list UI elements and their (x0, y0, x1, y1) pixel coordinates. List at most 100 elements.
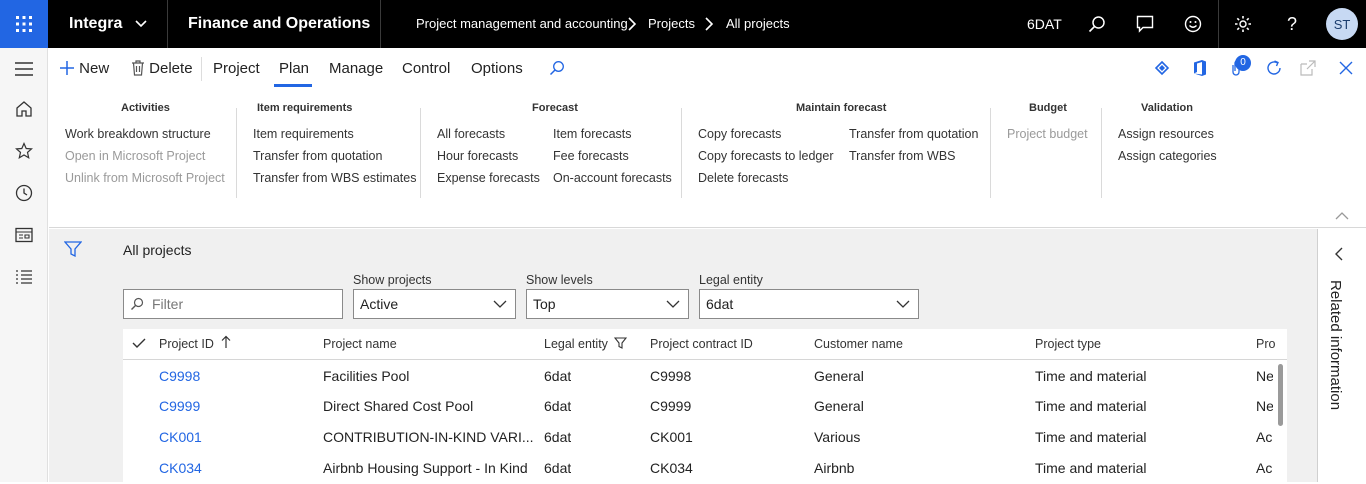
project-name-cell: Direct Shared Cost Pool (323, 398, 474, 414)
assign-categories-button[interactable]: Assign categories (1118, 149, 1217, 163)
modules-list-icon[interactable] (12, 265, 36, 289)
truncated-cell: Ne (1256, 368, 1273, 384)
truncated-cell: Ne (1256, 398, 1273, 414)
transfer-from-wbs-estimates-button[interactable]: Transfer from WBS estimates (253, 171, 416, 185)
column-filter-icon (614, 337, 628, 349)
forecast-transfer-from-wbs-button[interactable]: Transfer from WBS (849, 149, 956, 163)
company-selector[interactable]: Integra (69, 0, 122, 48)
contract-id-cell: C9998 (650, 368, 692, 384)
help-icon[interactable]: ? (1277, 9, 1307, 39)
breadcrumb-projects[interactable]: Projects (648, 0, 695, 48)
unlink-ms-project-button[interactable]: Unlink from Microsoft Project (65, 171, 225, 185)
expense-forecasts-button[interactable]: Expense forecasts (437, 171, 540, 185)
assign-resources-button[interactable]: Assign resources (1118, 127, 1214, 141)
tab-control[interactable]: Control (402, 48, 450, 90)
project-id-link[interactable]: C9999 (159, 391, 200, 422)
hour-forecasts-button[interactable]: Hour forecasts (437, 149, 518, 163)
tab-manage[interactable]: Manage (329, 48, 383, 90)
app-launcher-icon[interactable] (0, 0, 48, 48)
search-icon (131, 297, 144, 310)
transfer-from-quotation-button[interactable]: Transfer from quotation (253, 149, 382, 163)
tab-options[interactable]: Options (471, 48, 523, 90)
legal-entity-label: Legal entity (699, 273, 763, 287)
notification-count-badge: 0 (1235, 55, 1251, 71)
column-header-project-contract-id[interactable]: Project contract ID (650, 329, 753, 360)
project-id-link[interactable]: CK001 (159, 422, 202, 453)
forecast-transfer-from-quotation-button[interactable]: Transfer from quotation (849, 127, 978, 141)
close-icon[interactable] (1339, 48, 1353, 90)
column-header-project-type[interactable]: Project type (1035, 329, 1101, 360)
chevron-down-icon (666, 300, 680, 308)
project-name-cell: Facilities Pool (323, 368, 410, 384)
contract-id-cell: C9999 (650, 398, 692, 414)
smiley-feedback-icon[interactable] (1178, 9, 1208, 39)
legal-entity-dropdown[interactable]: 6dat (699, 289, 919, 319)
column-header-customer-name[interactable]: Customer name (814, 329, 903, 360)
filter-input[interactable]: Filter (123, 289, 343, 319)
column-header-truncated[interactable]: Pro (1256, 329, 1276, 360)
show-projects-dropdown[interactable]: Active (353, 289, 516, 319)
show-projects-label: Show projects (353, 273, 432, 287)
project-budget-button[interactable]: Project budget (1007, 127, 1088, 141)
action-search-icon[interactable] (549, 48, 565, 90)
item-forecasts-button[interactable]: Item forecasts (553, 127, 632, 141)
column-header-project-id[interactable]: Project ID (159, 329, 231, 360)
all-forecasts-button[interactable]: All forecasts (437, 127, 505, 141)
show-levels-dropdown[interactable]: Top (526, 289, 689, 319)
sort-ascending-arrow-icon (221, 335, 231, 348)
project-type-cell: Time and material (1035, 368, 1147, 384)
delete-forecasts-button[interactable]: Delete forecasts (698, 171, 788, 185)
column-header-legal-entity[interactable]: Legal entity (544, 329, 628, 360)
tab-project[interactable]: Project (213, 48, 260, 90)
legal-entity-badge[interactable]: 6DAT (1027, 0, 1062, 48)
open-new-window-icon[interactable] (1300, 48, 1316, 90)
copy-forecasts-to-ledger-button[interactable]: Copy forecasts to ledger (698, 149, 834, 163)
refresh-icon[interactable] (1265, 48, 1283, 90)
grid-scrollbar-thumb[interactable] (1278, 364, 1283, 426)
on-account-forecasts-button[interactable]: On-account forecasts (553, 171, 672, 185)
legal-entity-cell: 6dat (544, 460, 572, 476)
breadcrumb-chevron-icon (617, 9, 647, 39)
item-requirements-button[interactable]: Item requirements (253, 127, 354, 141)
legal-entity-cell: 6dat (544, 398, 572, 414)
clock-recent-icon[interactable] (12, 181, 36, 205)
expand-chevron-left-icon[interactable] (1334, 247, 1344, 266)
new-button[interactable]: New (59, 48, 109, 90)
hamburger-menu-icon[interactable] (12, 57, 36, 81)
office-icon[interactable] (1192, 48, 1208, 90)
select-all-checkmark-icon[interactable] (132, 329, 146, 360)
work-breakdown-structure-button[interactable]: Work breakdown structure (65, 127, 211, 141)
related-information-label[interactable]: Related information (1327, 280, 1344, 410)
collapse-ribbon-icon[interactable] (1335, 208, 1351, 222)
breadcrumb-chevron-icon (694, 9, 724, 39)
gear-icon[interactable] (1228, 9, 1258, 39)
projects-grid: Project ID Project name Legal entity Pro… (123, 329, 1287, 482)
group-title-forecast: Forecast (532, 102, 578, 114)
home-icon[interactable] (12, 97, 36, 121)
star-favorites-icon[interactable] (12, 139, 36, 163)
top-bar: Integra Finance and Operations Project m… (0, 0, 1366, 48)
message-icon[interactable] (1130, 9, 1160, 39)
column-header-project-name[interactable]: Project name (323, 329, 397, 360)
open-in-ms-project-button[interactable]: Open in Microsoft Project (65, 149, 205, 163)
project-id-link[interactable]: CK034 (159, 453, 202, 484)
table-row[interactable]: CK001 CONTRIBUTION-IN-KIND VARI... 6dat … (123, 422, 1273, 453)
search-icon[interactable] (1082, 9, 1112, 39)
action-pane: New Delete Project Plan Manage Control O… (49, 48, 1366, 90)
workspaces-icon[interactable] (12, 223, 36, 247)
fee-forecasts-button[interactable]: Fee forecasts (553, 149, 629, 163)
filter-placeholder: Filter (152, 296, 184, 312)
breadcrumb-module[interactable]: Project management and accounting (416, 0, 628, 48)
filter-funnel-icon[interactable] (63, 241, 83, 262)
delete-button[interactable]: Delete (131, 48, 193, 90)
table-row[interactable]: C9998 Facilities Pool 6dat C9998 General… (123, 361, 1273, 392)
copy-forecasts-button[interactable]: Copy forecasts (698, 127, 781, 141)
power-apps-diamond-icon[interactable] (1154, 48, 1170, 90)
breadcrumb-current: All projects (726, 16, 790, 31)
table-row[interactable]: CK034 Airbnb Housing Support - In Kind 6… (123, 453, 1273, 484)
customer-name-cell: General (814, 398, 864, 414)
chevron-down-icon[interactable] (126, 9, 156, 39)
avatar[interactable]: ST (1326, 8, 1358, 40)
table-row[interactable]: C9999 Direct Shared Cost Pool 6dat C9999… (123, 391, 1273, 422)
project-id-link[interactable]: C9998 (159, 361, 200, 392)
